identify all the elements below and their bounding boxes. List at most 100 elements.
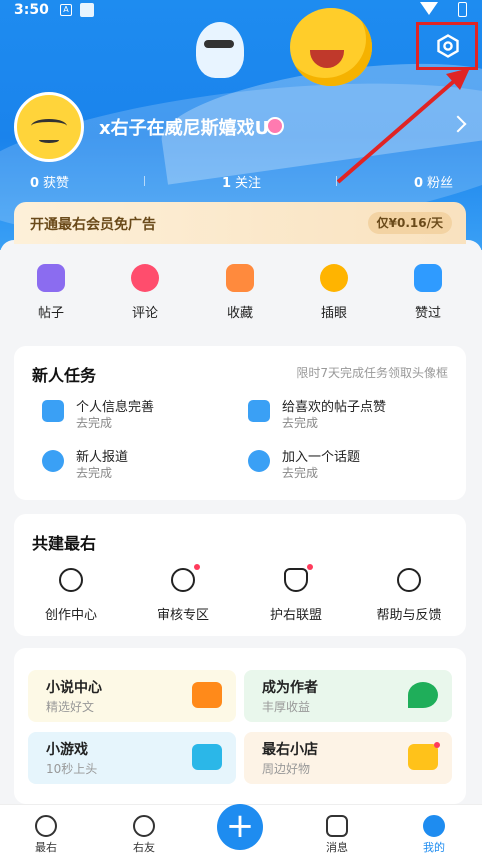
vip-text: 开通最右会员免广告 [30,217,156,233]
stat-value: 1 [222,176,232,191]
tab-label: 右友 [133,841,155,854]
message-icon [326,815,348,837]
task-link[interactable]: 去完成 [282,464,318,481]
lightbulb-icon [59,568,83,592]
cobuild-item[interactable]: 审核专区 [128,564,238,623]
services-card: 小说中心 精选好文 成为作者 丰厚收益 小游戏 10秒上头 最右小店 周边好物 [14,648,466,804]
cobuild-label: 创作中心 [44,608,97,623]
tab-label: 最右 [35,841,57,854]
task-title: 新人报道 [76,450,129,465]
stat-divider [144,176,145,186]
mascot-illustration [196,22,244,78]
tile-mini-games[interactable]: 小游戏 10秒上头 [28,732,236,784]
shield-heart-icon [284,568,308,592]
tab-friends[interactable]: 右友 [104,805,184,855]
quick-label: 插眼 [320,306,347,321]
task-item[interactable]: 个人信息完善 去完成 [42,396,242,436]
settings-icon[interactable] [436,34,460,58]
review-icon [171,568,195,592]
task-item[interactable]: 新人报道 去完成 [42,446,242,486]
notification-a-icon: A [60,4,72,16]
task-title: 加入一个话题 [282,450,361,465]
task-title: 个人信息完善 [76,400,155,415]
task-title: 给喜欢的帖子点赞 [282,400,387,415]
topic-task-icon [248,450,270,472]
tab-home[interactable]: 最右 [6,805,86,855]
cobuild-label: 帮助与反馈 [376,608,442,623]
help-icon [397,568,421,592]
card-subtitle: 限时7天完成任务领取头像框 [296,366,448,380]
profile-stats: 0 获赞 1 关注 0 粉丝 [0,172,482,192]
cobuild-item[interactable]: 创作中心 [16,568,126,623]
level-badge-icon[interactable] [266,117,284,135]
home-icon [35,815,57,837]
profile-icon [423,815,445,837]
stat-value: 0 [30,176,40,191]
cobuild-item[interactable]: 护右联盟 [241,564,351,623]
task-item[interactable]: 给喜欢的帖子点赞 去完成 [248,396,448,436]
avatar-eyes [31,119,67,133]
quick-label: 评论 [131,306,158,321]
quick-label: 帖子 [37,306,64,321]
tile-become-author[interactable]: 成为作者 丰厚收益 [244,670,452,722]
stat-divider [336,176,337,186]
stat-fans[interactable]: 0 粉丝 [414,172,453,191]
quick-label: 收藏 [226,306,253,321]
tile-subtitle: 丰厚收益 [262,700,311,714]
task-link[interactable]: 去完成 [76,414,112,431]
vip-banner[interactable]: 开通最右会员免广告 仅¥0.16/天 [14,202,466,244]
like-task-icon [248,400,270,422]
battery-icon [458,2,467,17]
quick-favorites[interactable]: 收藏 [205,256,275,321]
tab-messages[interactable]: 消息 [297,805,377,855]
friends-icon [133,815,155,837]
pen-icon [408,682,438,708]
stat-label: 关注 [235,176,262,191]
status-time: 3:50 [14,2,49,18]
comment-icon [131,264,159,292]
avatar-mouth [39,137,59,143]
cobuild-item[interactable]: 帮助与反馈 [354,568,464,623]
tile-title: 小游戏 [46,742,88,758]
gamepad-icon [192,744,222,770]
cobuild-label: 护右联盟 [269,608,322,623]
avatar[interactable] [14,92,84,162]
tile-subtitle: 精选好文 [46,700,95,714]
tile-novel-center[interactable]: 小说中心 精选好文 [28,670,236,722]
book-icon [192,682,222,708]
tile-shop[interactable]: 最右小店 周边好物 [244,732,452,784]
stat-following[interactable]: 1 关注 [222,172,261,191]
card-title: 共建最右 [32,534,97,553]
like-icon [414,264,442,292]
quick-posts[interactable]: 帖子 [16,256,86,321]
quick-actions: 帖子 评论 收藏 插眼 赞过 [0,256,482,326]
tile-title: 最右小店 [262,742,318,758]
task-link[interactable]: 去完成 [282,414,318,431]
stat-value: 0 [414,176,424,191]
quick-liked[interactable]: 赞过 [393,256,463,321]
post-icon [37,264,65,292]
eye-icon [320,264,348,292]
shop-icon [408,744,438,770]
vip-price-badge[interactable]: 仅¥0.16/天 [367,212,452,234]
quick-bookmarks[interactable]: 插眼 [299,256,369,321]
status-bar: 3:50 A [0,0,482,22]
task-item[interactable]: 加入一个话题 去完成 [248,446,448,486]
newbie-tasks-card: 新人任务 限时7天完成任务领取头像框 个人信息完善 去完成 给喜欢的帖子点赞 去… [14,346,466,500]
stat-likes[interactable]: 0 获赞 [30,172,69,191]
tile-title: 小说中心 [46,680,102,696]
tab-profile[interactable]: 我的 [394,805,474,855]
tile-subtitle: 10秒上头 [46,762,98,776]
cobuild-label: 审核专区 [156,608,209,623]
create-post-button[interactable]: + [217,804,263,850]
wifi-icon [420,2,438,15]
favorite-icon [226,264,254,292]
task-link[interactable]: 去完成 [76,464,112,481]
notification-dot [434,742,440,748]
tile-subtitle: 周边好物 [262,762,311,776]
tab-label: 消息 [326,841,348,854]
quick-comments[interactable]: 评论 [110,256,180,321]
tab-label: 我的 [423,841,445,854]
username[interactable]: x右子在威尼斯嬉戏U [99,114,269,140]
notification-dot [194,564,200,570]
